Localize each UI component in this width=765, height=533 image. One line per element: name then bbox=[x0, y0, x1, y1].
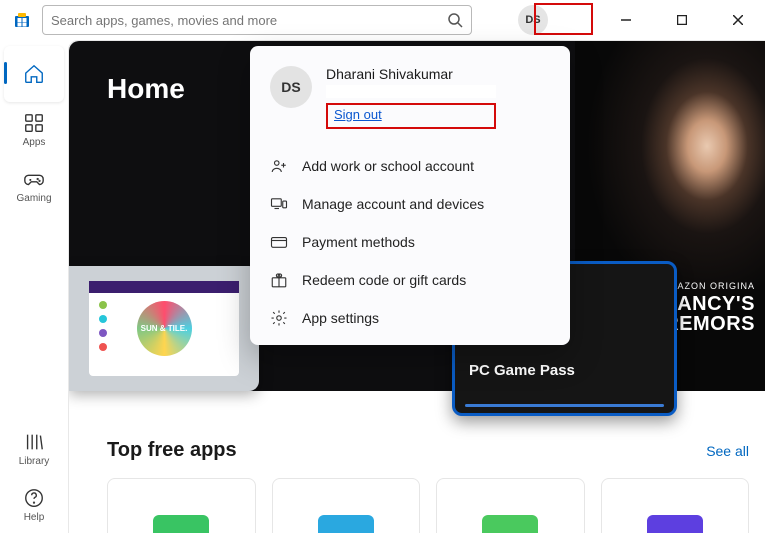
gamepass-label: PC Game Pass bbox=[469, 362, 575, 379]
page-title: Home bbox=[107, 73, 185, 105]
account-avatar-button[interactable]: DS bbox=[518, 5, 548, 35]
profile-row: DS Dharani Shivakumar Sign out bbox=[250, 62, 570, 141]
device-screen: SUN & TILE. bbox=[89, 281, 239, 376]
menu-item-manage-account[interactable]: Manage account and devices bbox=[250, 185, 570, 223]
account-menu-list: Add work or school account Manage accoun… bbox=[250, 147, 570, 337]
help-icon bbox=[23, 487, 45, 509]
sign-out-link[interactable]: Sign out bbox=[330, 105, 386, 124]
search-box[interactable] bbox=[42, 5, 472, 35]
carousel-indicator bbox=[465, 404, 664, 407]
see-all-link[interactable]: See all bbox=[706, 443, 749, 459]
card-icon bbox=[270, 233, 288, 251]
app-icon bbox=[318, 515, 374, 533]
app-card[interactable] bbox=[107, 478, 256, 533]
window-close-button[interactable] bbox=[715, 4, 761, 36]
annotation-highlight-signout: Sign out bbox=[326, 103, 496, 129]
app-icon bbox=[647, 515, 703, 533]
sidebar-item-label: Apps bbox=[23, 137, 46, 148]
microsoft-store-window: DS Home Apps Gaming Library bbox=[0, 0, 765, 533]
home-icon bbox=[23, 63, 45, 85]
app-card[interactable] bbox=[601, 478, 750, 533]
app-card[interactable] bbox=[272, 478, 421, 533]
sidebar-item-label: Gaming bbox=[16, 193, 51, 204]
sidebar-item-help[interactable]: Help bbox=[4, 477, 64, 533]
section-title: Top free apps bbox=[107, 439, 237, 462]
sidebar-item-home[interactable]: Home bbox=[4, 46, 64, 102]
sidebar-item-label: Help bbox=[24, 512, 45, 523]
app-card-row bbox=[107, 478, 749, 533]
sidebar-item-gaming[interactable]: Gaming bbox=[4, 158, 64, 214]
menu-item-payment-methods[interactable]: Payment methods bbox=[250, 223, 570, 261]
gaming-icon bbox=[23, 168, 45, 190]
sidebar: Home Apps Gaming Library Help bbox=[0, 40, 68, 533]
sidebar-item-apps[interactable]: Apps bbox=[4, 102, 64, 158]
store-logo-icon bbox=[12, 10, 32, 30]
profile-name: Dharani Shivakumar bbox=[326, 66, 496, 82]
window-maximize-button[interactable] bbox=[659, 4, 705, 36]
apps-icon bbox=[23, 112, 45, 134]
profile-email-redacted bbox=[326, 85, 496, 98]
menu-item-label: Payment methods bbox=[302, 234, 415, 250]
gift-icon bbox=[270, 271, 288, 289]
app-card[interactable] bbox=[436, 478, 585, 533]
library-icon bbox=[23, 431, 45, 453]
swirl-graphic: SUN & TILE. bbox=[137, 301, 192, 356]
menu-item-add-work-account[interactable]: Add work or school account bbox=[250, 147, 570, 185]
app-icon bbox=[482, 515, 538, 533]
menu-item-redeem-code[interactable]: Redeem code or gift cards bbox=[250, 261, 570, 299]
devices-icon bbox=[270, 195, 288, 213]
top-free-apps-section: Top free apps See all bbox=[107, 439, 749, 533]
search-input[interactable] bbox=[51, 13, 447, 28]
app-icon bbox=[153, 515, 209, 533]
gear-icon bbox=[270, 309, 288, 327]
profile-avatar: DS bbox=[270, 66, 312, 108]
titlebar: DS bbox=[0, 0, 765, 40]
sidebar-item-library[interactable]: Library bbox=[4, 421, 64, 477]
avatar-initials: DS bbox=[525, 14, 540, 26]
search-icon[interactable] bbox=[447, 12, 463, 28]
menu-item-label: Add work or school account bbox=[302, 158, 474, 174]
sidebar-item-label: Library bbox=[19, 456, 50, 467]
menu-item-label: Manage account and devices bbox=[302, 196, 484, 212]
briefcase-icon bbox=[270, 157, 288, 175]
menu-item-label: Redeem code or gift cards bbox=[302, 272, 466, 288]
menu-item-app-settings[interactable]: App settings bbox=[250, 299, 570, 337]
promo-card-device[interactable]: SUN & TILE. bbox=[69, 266, 259, 391]
window-minimize-button[interactable] bbox=[603, 4, 649, 36]
menu-item-label: App settings bbox=[302, 310, 379, 326]
account-dropdown: DS Dharani Shivakumar Sign out Add work … bbox=[250, 46, 570, 345]
